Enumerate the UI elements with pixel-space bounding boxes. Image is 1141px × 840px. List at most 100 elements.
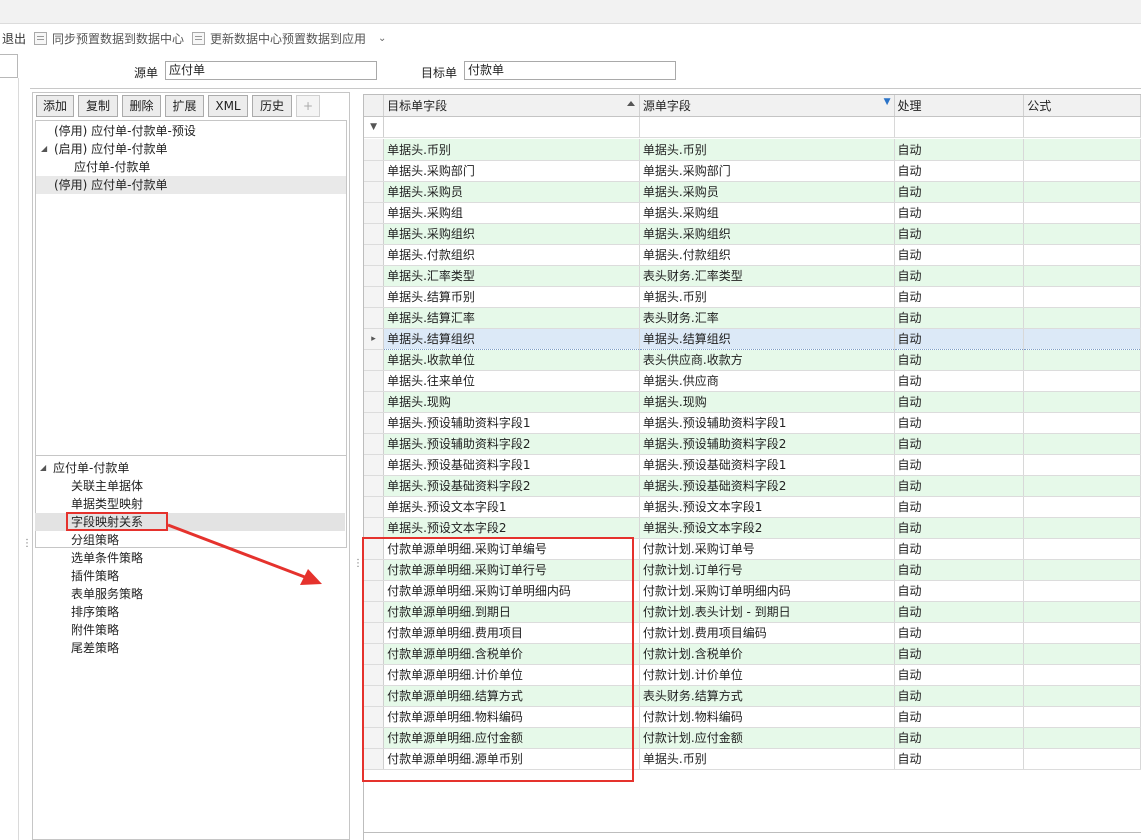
column-header-source-field[interactable]: 源单字段 ▼ — [639, 95, 895, 117]
source-field-cell[interactable]: 付款计划.含税单价 — [639, 643, 895, 665]
table-row[interactable]: 单据头.结算币别 单据头.币别 自动 — [364, 286, 1141, 308]
formula-cell[interactable] — [1023, 181, 1141, 203]
column-header-target-field[interactable]: 目标单字段 — [383, 95, 640, 117]
table-row[interactable]: 单据头.预设基础资料字段2 单据头.预设基础资料字段2 自动 — [364, 475, 1141, 497]
process-cell[interactable]: 自动 — [894, 706, 1025, 728]
formula-cell[interactable] — [1023, 538, 1141, 560]
table-row[interactable]: 单据头.采购员 单据头.采购员 自动 — [364, 181, 1141, 203]
formula-cell[interactable] — [1023, 412, 1141, 434]
target-field-cell[interactable]: 单据头.现购 — [383, 391, 640, 413]
table-row[interactable]: 单据头.结算汇率 表头财务.汇率 自动 — [364, 307, 1141, 329]
process-cell[interactable]: 自动 — [894, 391, 1025, 413]
formula-cell[interactable] — [1023, 517, 1141, 539]
source-field-cell[interactable]: 单据头.币别 — [639, 748, 895, 770]
process-cell[interactable]: 自动 — [894, 160, 1025, 182]
source-field-cell[interactable]: 单据头.预设文本字段2 — [639, 517, 895, 539]
target-field-cell[interactable]: 单据头.汇率类型 — [383, 265, 640, 287]
tree-item-selected[interactable]: (停用) 应付单-付款单 — [36, 176, 346, 194]
process-cell[interactable]: 自动 — [894, 202, 1025, 224]
source-field-cell[interactable]: 付款计划.采购订单明细内码 — [639, 580, 895, 602]
formula-cell[interactable] — [1023, 327, 1141, 350]
table-row[interactable]: 单据头.预设文本字段1 单据头.预设文本字段1 自动 — [364, 496, 1141, 518]
table-row[interactable]: 单据头.汇率类型 表头财务.汇率类型 自动 — [364, 265, 1141, 287]
source-field-cell[interactable]: 表头财务.汇率 — [639, 307, 895, 329]
source-field-cell[interactable]: 付款计划.订单行号 — [639, 559, 895, 581]
formula-cell[interactable] — [1023, 601, 1141, 623]
row-indicator[interactable] — [364, 307, 385, 329]
process-cell[interactable]: 自动 — [894, 622, 1025, 644]
source-field-cell[interactable]: 单据头.现购 — [639, 391, 895, 413]
formula-cell[interactable] — [1023, 706, 1141, 728]
formula-cell[interactable] — [1023, 433, 1141, 455]
expand-icon[interactable]: ◢ — [40, 459, 46, 477]
process-cell[interactable]: 自动 — [894, 286, 1025, 308]
target-field[interactable]: 付款单 — [464, 61, 676, 80]
formula-cell[interactable] — [1023, 454, 1141, 476]
table-row[interactable]: 单据头.现购 单据头.现购 自动 — [364, 391, 1141, 413]
table-row[interactable]: 单据头.预设辅助资料字段1 单据头.预设辅助资料字段1 自动 — [364, 412, 1141, 434]
source-field-cell[interactable]: 表头财务.汇率类型 — [639, 265, 895, 287]
source-field-cell[interactable]: 单据头.币别 — [639, 286, 895, 308]
source-field[interactable]: 应付单 — [165, 61, 377, 80]
formula-cell[interactable] — [1023, 265, 1141, 287]
process-cell[interactable]: 自动 — [894, 244, 1025, 266]
filter-icon[interactable]: ▼ — [884, 97, 891, 107]
formula-cell[interactable] — [1023, 391, 1141, 413]
table-row[interactable]: 单据头.采购组织 单据头.采购组织 自动 — [364, 223, 1141, 245]
column-header-process[interactable]: 处理 — [894, 95, 1025, 117]
row-indicator[interactable] — [364, 139, 385, 161]
process-cell[interactable]: 自动 — [894, 664, 1025, 686]
filter-cell[interactable] — [383, 116, 640, 138]
expand-icon[interactable]: ◢ — [41, 140, 47, 158]
row-indicator[interactable] — [364, 433, 385, 455]
formula-cell[interactable] — [1023, 685, 1141, 707]
process-cell[interactable]: 自动 — [894, 223, 1025, 245]
target-field-cell[interactable]: 单据头.预设辅助资料字段1 — [383, 412, 640, 434]
delete-button[interactable]: 删除 — [122, 95, 161, 117]
row-indicator[interactable] — [364, 475, 385, 497]
formula-cell[interactable] — [1023, 223, 1141, 245]
source-field-cell[interactable]: 单据头.采购组 — [639, 202, 895, 224]
xml-button[interactable]: XML — [208, 95, 248, 117]
process-cell[interactable]: 自动 — [894, 601, 1025, 623]
sort-ascending-icon[interactable] — [626, 101, 635, 106]
process-cell[interactable]: 自动 — [894, 559, 1025, 581]
source-field-cell[interactable]: 单据头.预设文本字段1 — [639, 496, 895, 518]
source-field-cell[interactable]: 表头供应商.收款方 — [639, 349, 895, 371]
target-field-cell[interactable]: 单据头.预设文本字段2 — [383, 517, 640, 539]
row-indicator[interactable] — [364, 349, 385, 371]
process-cell[interactable]: 自动 — [894, 727, 1025, 749]
row-indicator[interactable] — [364, 454, 385, 476]
formula-cell[interactable] — [1023, 748, 1141, 770]
process-cell[interactable]: 自动 — [894, 433, 1025, 455]
source-field-cell[interactable]: 表头财务.结算方式 — [639, 685, 895, 707]
target-field-cell[interactable]: 单据头.预设文本字段1 — [383, 496, 640, 518]
extend-button[interactable]: 扩展 — [165, 95, 204, 117]
formula-cell[interactable] — [1023, 370, 1141, 392]
row-indicator[interactable] — [364, 370, 385, 392]
update-preset-button[interactable]: 更新数据中心预置数据到应用 — [192, 30, 366, 48]
target-field-cell[interactable]: 单据头.采购员 — [383, 181, 640, 203]
table-row[interactable]: 单据头.收款单位 表头供应商.收款方 自动 — [364, 349, 1141, 371]
column-header-formula[interactable]: 公式 — [1023, 95, 1141, 117]
source-field-cell[interactable]: 单据头.预设辅助资料字段2 — [639, 433, 895, 455]
filter-cell[interactable] — [1023, 116, 1141, 138]
process-cell[interactable]: 自动 — [894, 265, 1025, 287]
process-cell[interactable]: 自动 — [894, 181, 1025, 203]
strategy-item[interactable]: 关联主单据体 — [35, 477, 345, 495]
process-cell[interactable]: 自动 — [894, 370, 1025, 392]
formula-cell[interactable] — [1023, 559, 1141, 581]
process-cell[interactable]: 自动 — [894, 748, 1025, 770]
target-field-cell[interactable]: 单据头.预设基础资料字段2 — [383, 475, 640, 497]
tree-root[interactable]: ◢ 应付单-付款单 — [35, 459, 345, 477]
table-row[interactable]: 单据头.采购部门 单据头.采购部门 自动 — [364, 160, 1141, 182]
target-field-cell[interactable]: 单据头.采购部门 — [383, 160, 640, 182]
target-field-cell[interactable]: 单据头.结算汇率 — [383, 307, 640, 329]
table-row-selected[interactable]: ▸ 单据头.结算组织 单据头.结算组织 自动 — [364, 327, 1141, 350]
formula-cell[interactable] — [1023, 244, 1141, 266]
target-field-cell[interactable]: 单据头.预设辅助资料字段2 — [383, 433, 640, 455]
row-indicator[interactable] — [364, 517, 385, 539]
source-field-cell[interactable]: 付款计划.物料编码 — [639, 706, 895, 728]
process-cell[interactable]: 自动 — [894, 643, 1025, 665]
source-field-cell[interactable]: 单据头.预设基础资料字段1 — [639, 454, 895, 476]
